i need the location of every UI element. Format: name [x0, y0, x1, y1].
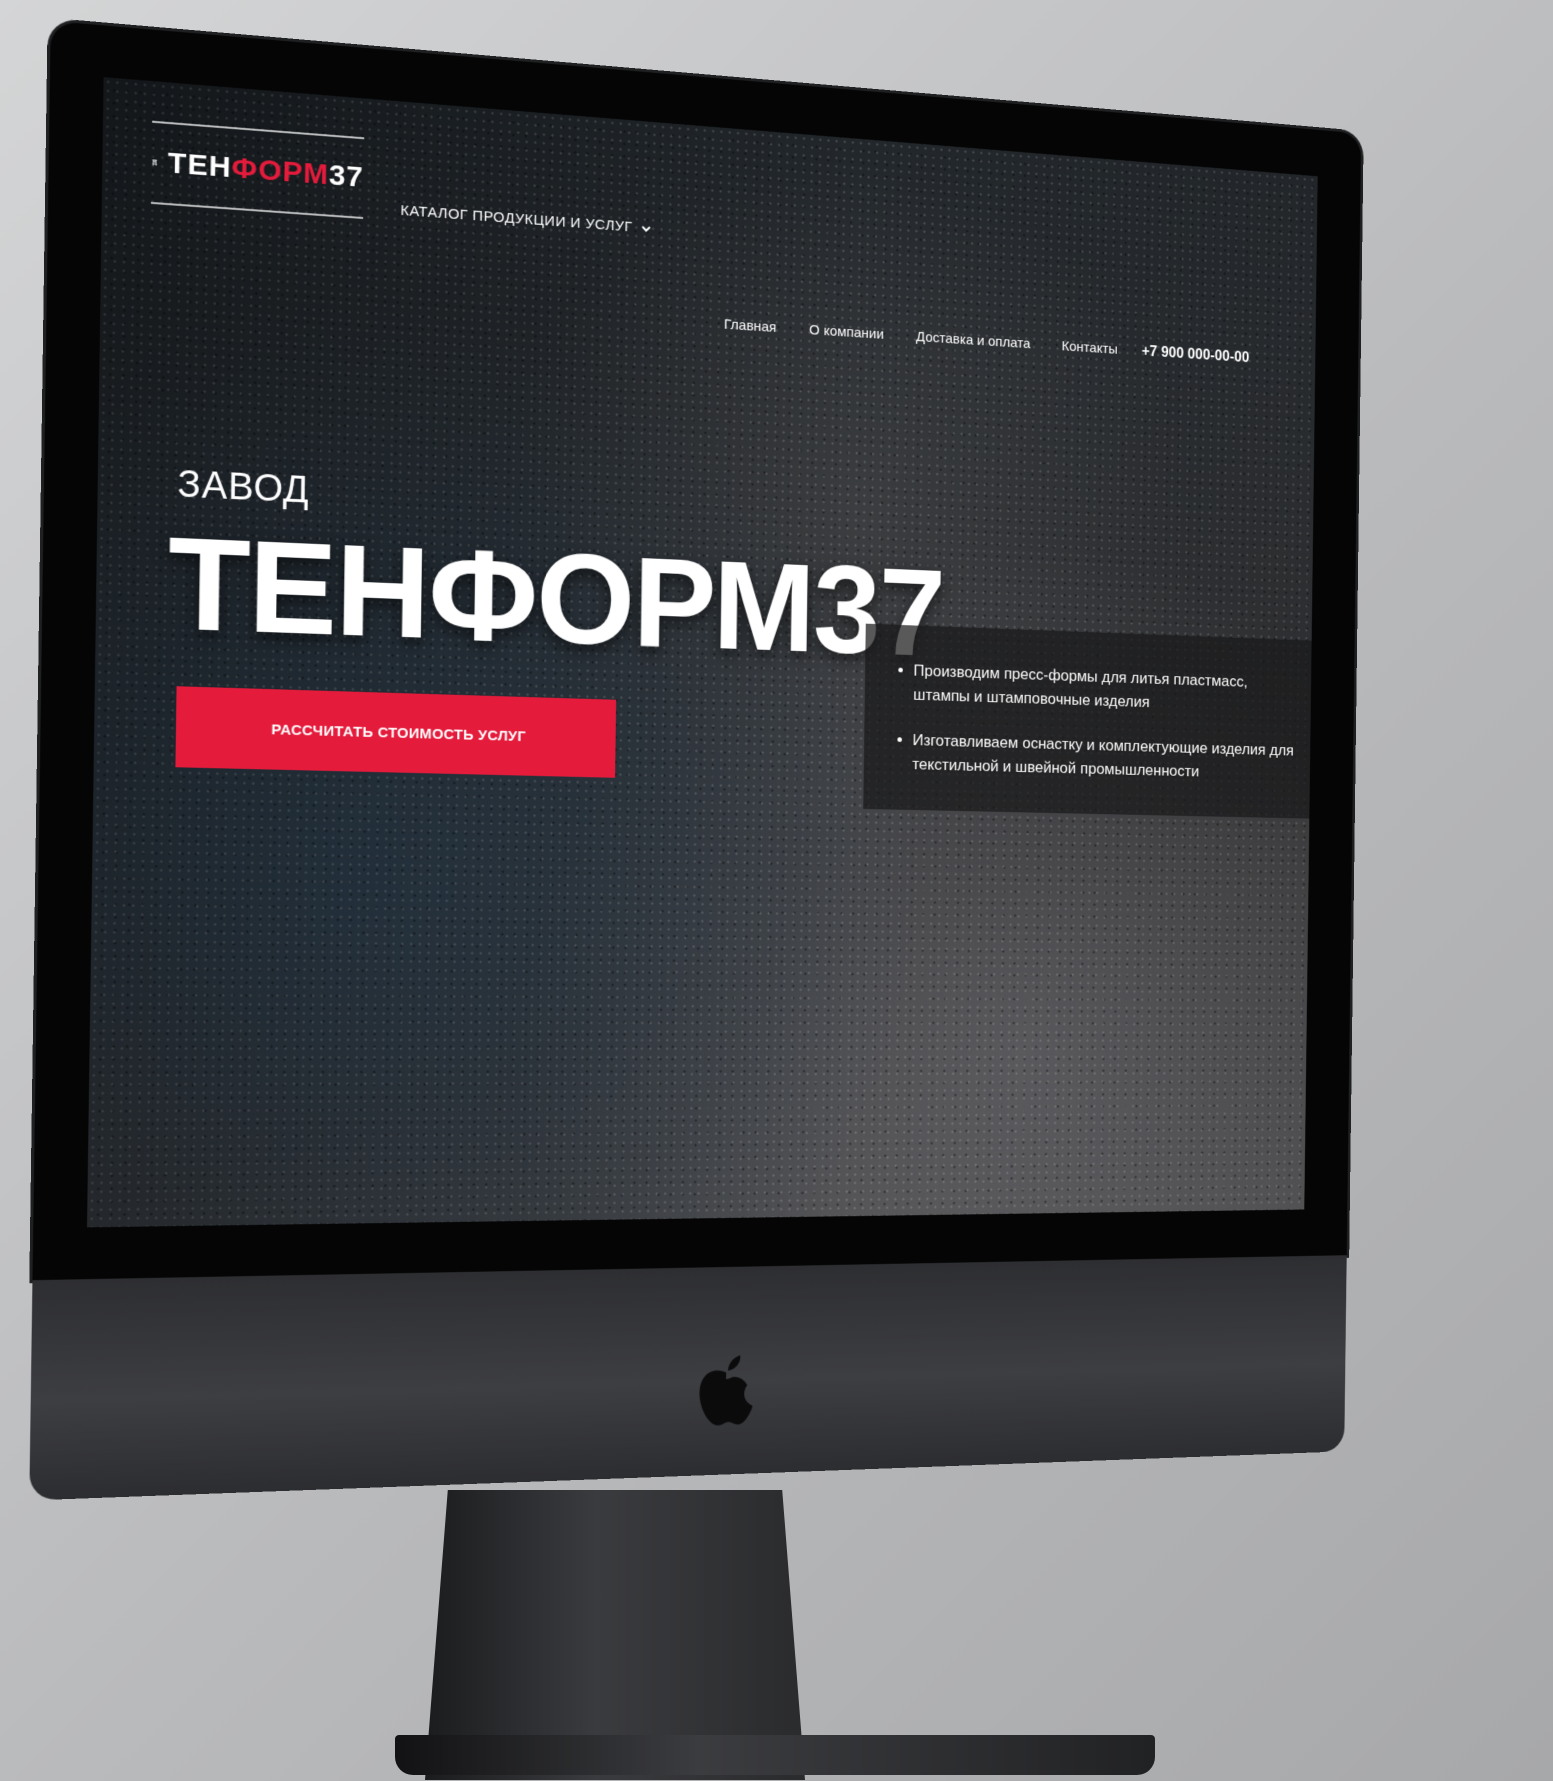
apple-logo-icon — [693, 1351, 759, 1428]
logo-text: ТЕНФОРМ37 — [168, 147, 364, 195]
hero-title: ТЕНФОРМ37 — [167, 518, 944, 677]
features-list: Производим пресс-формы для литья пластма… — [894, 658, 1301, 786]
logo-text-red: ФОРМ — [231, 152, 329, 192]
features-panel: Производим пресс-формы для литья пластма… — [863, 624, 1317, 820]
press-machine-icon — [151, 138, 158, 188]
feature-item: Производим пресс-формы для литья пластма… — [913, 659, 1301, 720]
logo-text-white: ТЕН — [168, 147, 232, 184]
site-logo[interactable]: ТЕНФОРМ37 — [151, 121, 364, 219]
website-screen: ТЕНФОРМ37 КАТАЛОГ ПРОДУКЦИИ И УСЛУГ Глав… — [87, 77, 1318, 1227]
nav-item-home[interactable]: Главная — [724, 316, 777, 335]
logo-text-suffix: 37 — [329, 159, 364, 194]
calculate-cost-button[interactable]: РАССЧИТАТЬ СТОИМОСТЬ УСЛУГ — [175, 686, 616, 778]
monitor-bezel: ТЕНФОРМ37 КАТАЛОГ ПРОДУКЦИИ И УСЛУГ Глав… — [32, 21, 1361, 1280]
chevron-down-icon — [642, 224, 651, 232]
monitor-chin — [29, 1255, 1346, 1500]
monitor-stand-base — [395, 1735, 1155, 1775]
hero-subtitle: ЗАВОД — [177, 464, 310, 513]
feature-item: Изготавливаем оснастку и комплектующие и… — [912, 728, 1300, 786]
monitor-scene: ТЕНФОРМ37 КАТАЛОГ ПРОДУКЦИИ И УСЛУГ Глав… — [0, 0, 1553, 1781]
imac-monitor: ТЕНФОРМ37 КАТАЛОГ ПРОДУКЦИИ И УСЛУГ Глав… — [29, 21, 1361, 1501]
